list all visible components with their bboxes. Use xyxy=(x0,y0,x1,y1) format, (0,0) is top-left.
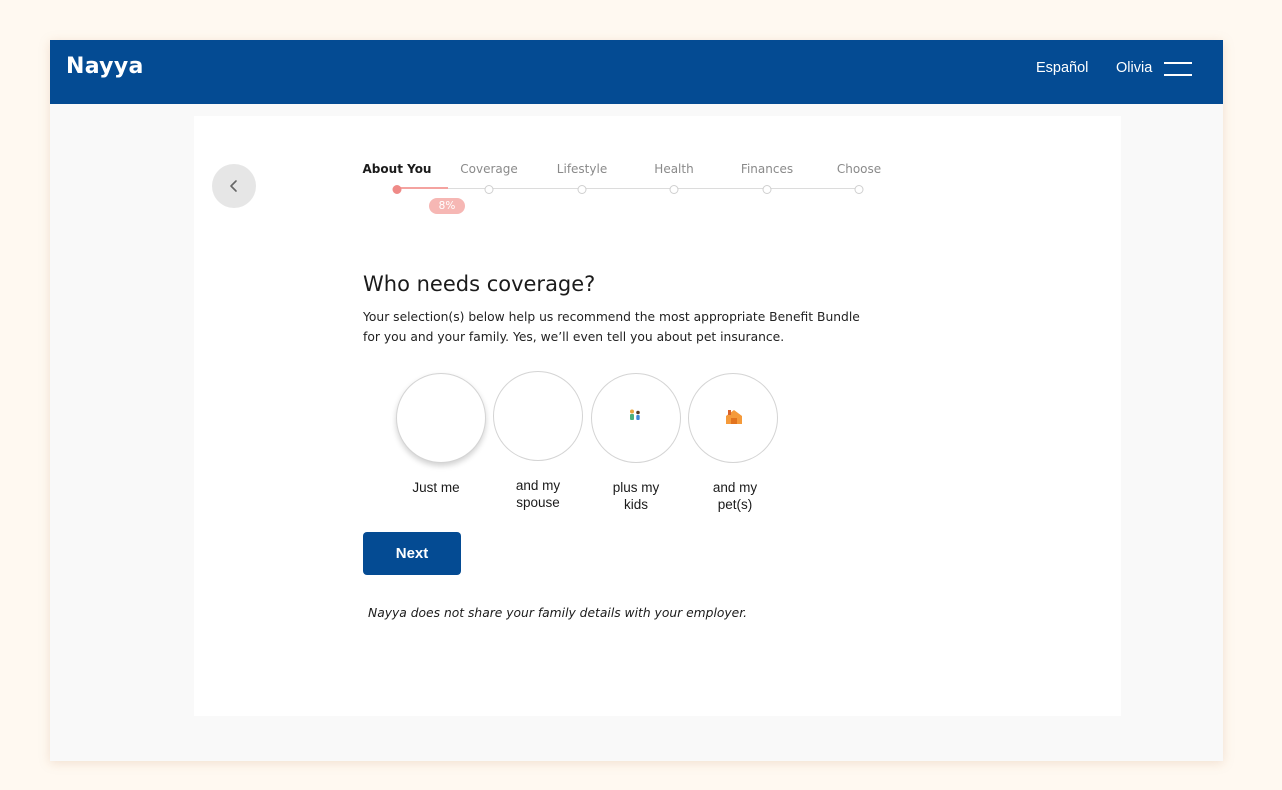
questionnaire-card: About You Coverage Lifestyle Health Fina… xyxy=(194,116,1121,716)
option-label-spouse[interactable]: and my spouse xyxy=(501,477,575,511)
option-kids-circle[interactable] xyxy=(591,373,681,463)
step-dot-health xyxy=(669,185,679,194)
nayya-logo[interactable]: Nayya xyxy=(66,54,144,79)
hamburger-menu-icon[interactable] xyxy=(1164,60,1192,78)
next-button[interactable]: Next xyxy=(363,532,461,575)
step-label-choose[interactable]: Choose xyxy=(837,162,881,176)
step-label-lifestyle[interactable]: Lifestyle xyxy=(557,162,607,176)
step-label-finances[interactable]: Finances xyxy=(741,162,793,176)
back-button[interactable] xyxy=(212,164,256,208)
kids-icon xyxy=(630,409,640,420)
step-dot-finances xyxy=(762,185,772,194)
step-dot-lifestyle xyxy=(577,185,587,194)
option-label-kids[interactable]: plus my kids xyxy=(601,479,671,513)
pet-house-icon xyxy=(726,410,742,424)
step-dot-choose xyxy=(854,185,864,194)
progress-track xyxy=(397,188,860,189)
option-label-just-me[interactable]: Just me xyxy=(391,479,481,496)
privacy-note: Nayya does not share your family details… xyxy=(368,606,748,620)
app-window: Nayya Español Olivia About You Coverage … xyxy=(50,40,1223,761)
option-just-me-circle[interactable] xyxy=(396,373,486,463)
step-label-health[interactable]: Health xyxy=(654,162,693,176)
language-toggle-link[interactable]: Español xyxy=(1036,60,1088,76)
step-label-about-you[interactable]: About You xyxy=(363,162,432,176)
step-dot-about-you xyxy=(392,185,402,194)
chevron-left-icon xyxy=(230,180,237,192)
progress-fill xyxy=(397,187,449,189)
step-dot-coverage xyxy=(484,185,494,194)
user-name-link[interactable]: Olivia xyxy=(1116,60,1152,76)
option-label-pets[interactable]: and my pet(s) xyxy=(698,479,772,513)
progress-percent-badge: 8% xyxy=(429,198,465,214)
option-spouse-circle[interactable] xyxy=(493,371,583,461)
option-pets-circle[interactable] xyxy=(688,373,778,463)
top-navigation-bar: Nayya Español Olivia xyxy=(50,40,1223,104)
question-title: Who needs coverage? xyxy=(363,272,596,296)
step-label-coverage[interactable]: Coverage xyxy=(460,162,518,176)
question-description: Your selection(s) below help us recommen… xyxy=(363,310,860,344)
